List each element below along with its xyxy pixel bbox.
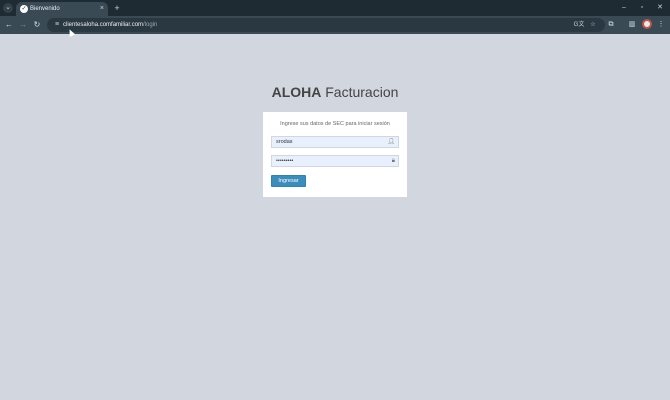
tab-search-icon[interactable]: ⌄ [3, 3, 13, 13]
user-icon: 👤︎ [387, 139, 395, 145]
password-field[interactable]: 🔒︎ [271, 155, 399, 167]
tab-bienvenido[interactable]: ✓ Bienvenido × [16, 2, 108, 16]
profile-avatar[interactable] [642, 19, 652, 29]
tab-title: Bienvenido [30, 6, 60, 12]
reload-icon[interactable]: ↻ [31, 19, 43, 31]
lock-icon: 🔒︎ [391, 158, 395, 164]
logo-light: Facturacion [325, 84, 399, 100]
side-panel-icon[interactable]: ▥ [626, 19, 638, 31]
password-input[interactable] [272, 156, 384, 166]
maximize-button[interactable]: ▫ [635, 2, 649, 14]
close-window-button[interactable]: ✕ [653, 2, 667, 14]
extensions-icon[interactable]: ⧉ [605, 19, 617, 31]
new-tab-button[interactable]: + [112, 2, 122, 14]
back-icon[interactable]: ← [3, 19, 15, 31]
site-info-icon[interactable]: ≡ [52, 19, 62, 31]
minimize-button[interactable]: – [617, 2, 631, 14]
forward-icon[interactable]: → [17, 19, 29, 31]
login-message: Ingrese sus datos de SEC para iniciar se… [280, 121, 390, 127]
bookmark-star-icon[interactable]: ☆ [588, 19, 598, 31]
tab-strip: ⌄ ✓ Bienvenido × + – ▫ ✕ [0, 0, 670, 16]
app-logo: ALOHA Facturacion [0, 83, 670, 101]
url-text[interactable]: clientesaloha.comfamiliar.com/login [63, 18, 157, 32]
browser-toolbar: ← → ↻ ≡ clientesaloha.comfamiliar.com/lo… [0, 16, 670, 34]
logo-bold: ALOHA [271, 84, 322, 100]
favicon-icon: ✓ [20, 5, 28, 13]
login-box: Ingrese sus datos de SEC para iniciar se… [263, 112, 407, 197]
username-field[interactable]: 👤︎ [271, 136, 399, 148]
translate-icon[interactable]: G文 [573, 19, 585, 31]
tab-close-icon[interactable]: × [100, 4, 104, 14]
username-input[interactable] [272, 137, 384, 147]
address-bar[interactable]: ≡ clientesaloha.comfamiliar.com/login G文… [47, 18, 605, 32]
login-button[interactable]: Ingresar [271, 175, 306, 187]
kebab-menu-icon[interactable]: ⋮ [655, 19, 667, 31]
